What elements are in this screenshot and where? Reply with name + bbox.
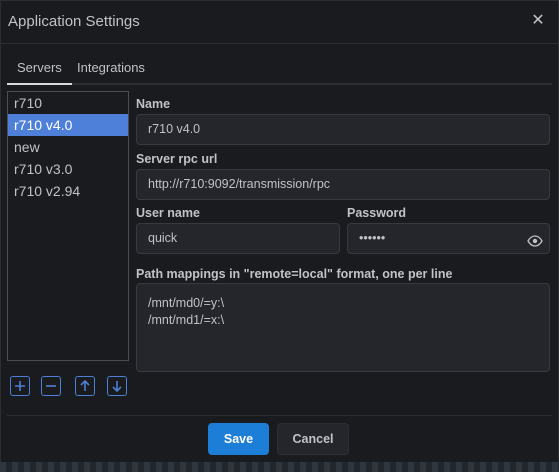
- close-button[interactable]: ✕: [528, 11, 548, 31]
- tab-bar: Servers Integrations: [7, 53, 552, 85]
- server-item[interactable]: new: [8, 136, 128, 158]
- remove-server-button[interactable]: [41, 376, 61, 396]
- url-label: Server rpc url: [136, 152, 218, 166]
- password-label: Password: [347, 206, 407, 220]
- eye-icon[interactable]: [527, 231, 543, 247]
- path-mappings-textarea[interactable]: /mnt/md0/=y:\ /mnt/md1/=x:\: [136, 283, 550, 372]
- background-strip: [0, 462, 559, 472]
- move-up-icon: [80, 379, 90, 391]
- password-field[interactable]: ••••••: [347, 223, 550, 254]
- name-field[interactable]: r710 v4.0: [136, 114, 550, 145]
- mapping-line: /mnt/md0/=y:\: [148, 296, 225, 310]
- close-icon: ✕: [531, 12, 545, 29]
- server-list[interactable]: r710 r710 v4.0 new r710 v3.0 r710 v2.94: [7, 91, 129, 361]
- username-field[interactable]: quick: [136, 223, 340, 254]
- tab-integrations[interactable]: Integrations: [67, 53, 155, 83]
- titlebar: Application Settings ✕: [1, 1, 558, 44]
- footer-divider: [7, 415, 552, 416]
- server-item[interactable]: r710 v2.94: [8, 180, 128, 202]
- dialog-title: Application Settings: [8, 13, 140, 30]
- name-label: Name: [136, 97, 171, 111]
- password-value: ••••••: [359, 231, 386, 245]
- move-down-icon: [112, 381, 122, 393]
- cancel-button[interactable]: Cancel: [277, 423, 349, 455]
- tab-servers[interactable]: Servers: [7, 53, 72, 85]
- remove-icon: [46, 385, 56, 387]
- username-label: User name: [136, 206, 200, 220]
- move-up-button[interactable]: [75, 376, 95, 396]
- rpc-url-field[interactable]: http://r710:9092/transmission/rpc: [136, 169, 550, 200]
- save-button[interactable]: Save: [208, 423, 269, 455]
- server-item[interactable]: r710: [8, 92, 128, 114]
- add-server-button[interactable]: [10, 376, 30, 396]
- add-icon: [15, 381, 25, 391]
- path-mappings-label: Path mappings in "remote=local" format, …: [136, 267, 453, 281]
- settings-dialog: Application Settings ✕ Servers Integrati…: [0, 0, 559, 472]
- mapping-line: /mnt/md1/=x:\: [148, 313, 225, 327]
- move-down-button[interactable]: [107, 376, 127, 396]
- server-item[interactable]: r710 v3.0: [8, 158, 128, 180]
- server-item-selected[interactable]: r710 v4.0: [8, 114, 128, 136]
